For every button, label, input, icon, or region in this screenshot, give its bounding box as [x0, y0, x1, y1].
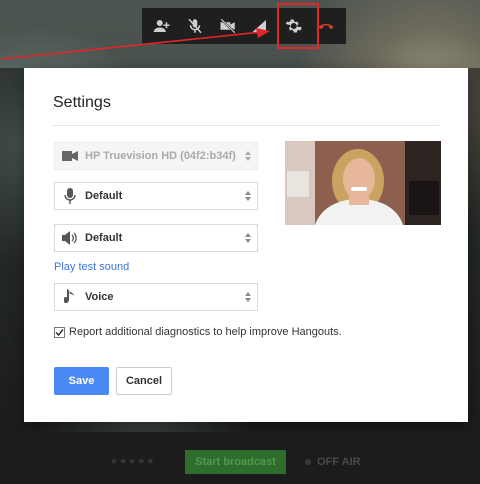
- diagnostics-label: Report additional diagnostics to help im…: [69, 326, 342, 338]
- camera-icon: [55, 150, 85, 162]
- speaker-icon: [55, 231, 85, 245]
- save-button[interactable]: Save: [54, 367, 109, 395]
- microphone-icon: [55, 188, 85, 204]
- select-caret-icon: [239, 233, 257, 243]
- diagnostics-option: Report additional diagnostics to help im…: [54, 326, 342, 338]
- air-status: OFF AIR: [305, 456, 361, 468]
- title-divider: [53, 125, 439, 126]
- play-test-sound-link[interactable]: Play test sound: [54, 261, 129, 273]
- speaker-select[interactable]: Default: [54, 224, 258, 252]
- camera-select[interactable]: HP Truevision HD (04f2:b34f): [54, 142, 258, 170]
- status-dot-icon: [305, 459, 311, 465]
- rating-stars: ★★★★★: [110, 456, 156, 466]
- ringtone-select[interactable]: Voice: [54, 283, 258, 311]
- start-broadcast-button[interactable]: Start broadcast: [185, 450, 286, 474]
- select-caret-icon: [239, 151, 257, 161]
- air-status-label: OFF AIR: [317, 456, 361, 468]
- microphone-select[interactable]: Default: [54, 182, 258, 210]
- select-caret-icon: [239, 191, 257, 201]
- dialog-title: Settings: [53, 94, 111, 111]
- cancel-button[interactable]: Cancel: [116, 367, 172, 395]
- camera-select-value: HP Truevision HD (04f2:b34f): [85, 150, 236, 162]
- select-caret-icon: [239, 292, 257, 302]
- settings-dialog: Settings HP Truevision HD (04f2:b34f) De…: [24, 68, 468, 422]
- speaker-select-value: Default: [85, 232, 123, 244]
- microphone-select-value: Default: [85, 190, 123, 202]
- ringtone-select-value: Voice: [85, 291, 114, 303]
- diagnostics-checkbox[interactable]: [54, 326, 65, 338]
- music-note-icon: [55, 289, 85, 305]
- camera-preview: [285, 141, 441, 225]
